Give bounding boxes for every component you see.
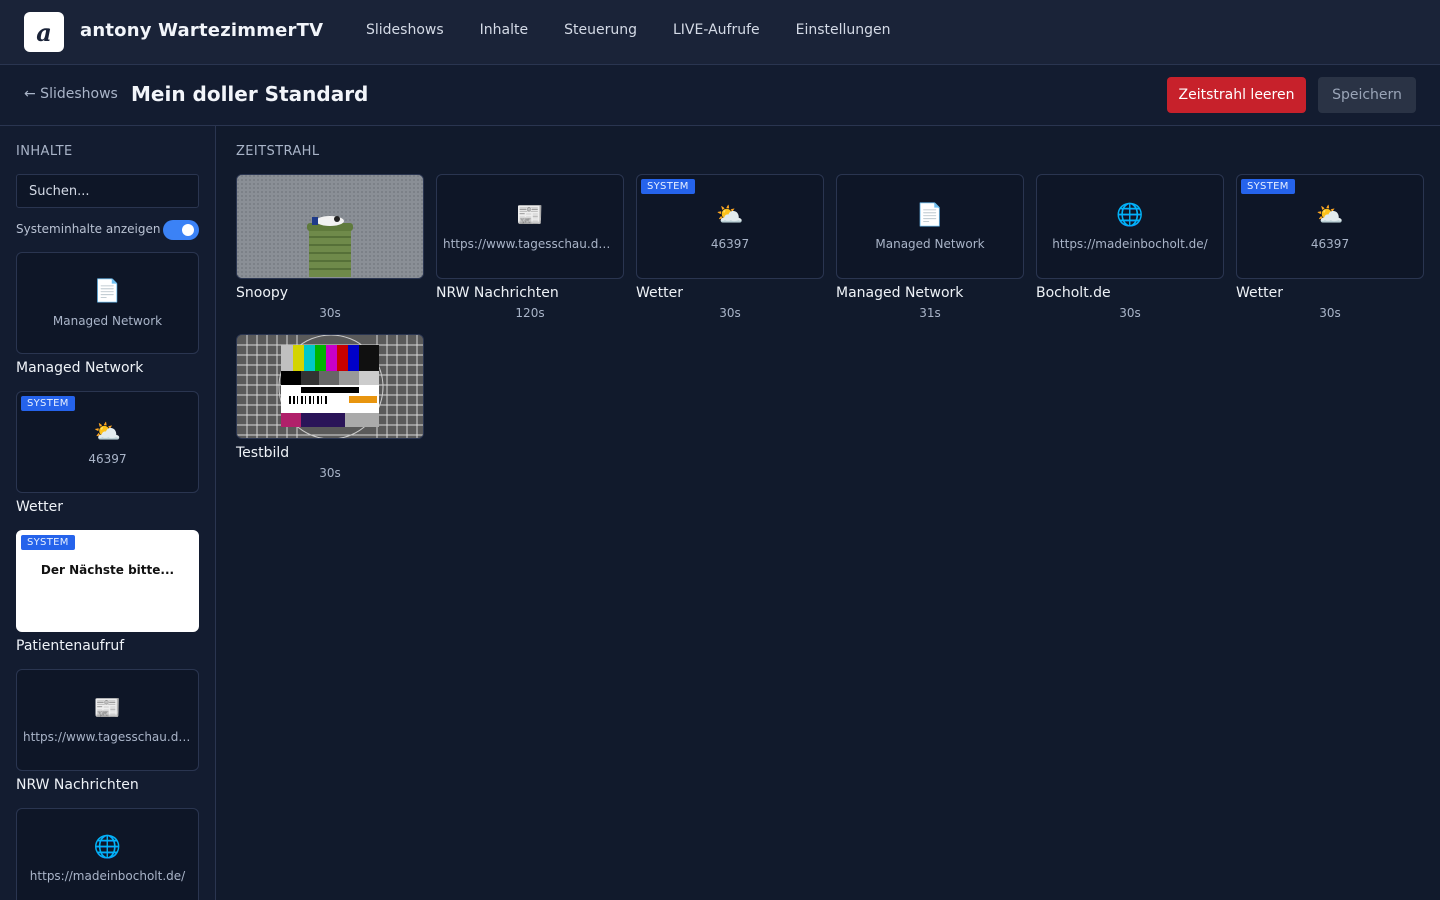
- timeline-item-nrw-nachrichten[interactable]: 📰 https://www.tagesschau.de/...: [436, 174, 624, 279]
- app-title[interactable]: antony WartezimmerTV: [80, 20, 323, 41]
- system-badge: SYSTEM: [21, 535, 75, 550]
- timeline-item-testbild[interactable]: [236, 334, 424, 439]
- timeline-item-title: Testbild: [236, 445, 290, 461]
- newspaper-icon: 📰: [516, 203, 544, 228]
- sidebar-item-nrw-nachrichten[interactable]: 📰 https://www.tagesschau.de...: [16, 669, 199, 771]
- sidebar-item-patientenaufruf[interactable]: SYSTEM Der Nächste bitte...: [16, 530, 199, 632]
- search-input[interactable]: Suchen...: [16, 174, 199, 208]
- save-button[interactable]: Speichern: [1318, 77, 1416, 113]
- timeline-item-bocholt[interactable]: 🌐 https://madeinbocholt.de/: [1036, 174, 1224, 279]
- timeline-item-title: Wetter: [636, 285, 683, 301]
- globe-icon: 🌐: [1116, 203, 1144, 228]
- timeline-item-duration: 30s: [319, 466, 341, 480]
- top-navigation-bar: a antony WartezimmerTV Slideshows Inhalt…: [0, 0, 1440, 65]
- system-content-toggle-label: Systeminhalte anzeigen: [16, 222, 161, 236]
- timeline-item-duration: 120s: [515, 306, 545, 320]
- timeline-item-title: NRW Nachrichten: [436, 285, 559, 301]
- clear-timeline-button[interactable]: Zeitstrahl leeren: [1167, 77, 1306, 113]
- timeline-item-duration: 30s: [1119, 306, 1141, 320]
- content-sidebar: INHALTE Suchen... Systeminhalte anzeigen…: [0, 126, 216, 900]
- system-badge: SYSTEM: [1241, 179, 1295, 194]
- sidebar-heading: INHALTE: [16, 144, 73, 159]
- weather-icon: ⛅: [716, 203, 744, 228]
- sidebar-item-title: Wetter: [16, 499, 63, 515]
- card-subtitle: Der Nächste bitte...: [40, 563, 175, 577]
- system-badge: SYSTEM: [21, 396, 75, 411]
- document-icon: 📄: [916, 203, 944, 228]
- timeline-item-wetter[interactable]: SYSTEM ⛅ 46397: [636, 174, 824, 279]
- snoopy-image: [237, 175, 423, 278]
- document-icon: 📄: [93, 279, 122, 304]
- timeline-item-duration: 30s: [719, 306, 741, 320]
- timeline-item-title: Wetter: [1236, 285, 1283, 301]
- sidebar-item-title: NRW Nachrichten: [16, 777, 139, 793]
- timeline-item-duration: 30s: [1319, 306, 1341, 320]
- timeline-item-wetter-2[interactable]: SYSTEM ⛅ 46397: [1236, 174, 1424, 279]
- testcard-image: [237, 335, 423, 438]
- timeline-area: ZEITSTRAHL Snoopy 30s 📰 https://www.tage…: [217, 126, 1440, 900]
- timeline-item-title: Bocholt.de: [1036, 285, 1111, 301]
- timeline-item-snoopy[interactable]: [236, 174, 424, 279]
- timeline-item-managed-network[interactable]: 📄 Managed Network: [836, 174, 1024, 279]
- editor-header: ← Slideshows Mein doller Standard Zeitst…: [0, 65, 1440, 126]
- weather-icon: ⛅: [93, 420, 122, 445]
- sidebar-item-title: Patientenaufruf: [16, 638, 125, 654]
- timeline-item-title: Managed Network: [836, 285, 964, 301]
- app-logo[interactable]: a: [24, 12, 64, 52]
- timeline-heading: ZEITSTRAHL: [236, 144, 320, 159]
- timeline-item-duration: 30s: [319, 306, 341, 320]
- system-badge: SYSTEM: [641, 179, 695, 194]
- back-to-slideshows-link[interactable]: ← Slideshows: [24, 86, 118, 102]
- nav-steuerung[interactable]: Steuerung: [564, 22, 637, 38]
- page-title: Mein doller Standard: [131, 82, 369, 106]
- sidebar-item-managed-network[interactable]: 📄 Managed Network: [16, 252, 199, 354]
- nav-inhalte[interactable]: Inhalte: [480, 22, 528, 38]
- weather-icon: ⛅: [1316, 203, 1344, 228]
- card-subtitle: https://www.tagesschau.de...: [23, 730, 192, 744]
- card-subtitle: 46397: [1310, 237, 1350, 251]
- nav-einstellungen[interactable]: Einstellungen: [796, 22, 891, 38]
- card-subtitle: https://madeinbocholt.de/: [1052, 237, 1208, 251]
- globe-icon: 🌐: [93, 835, 122, 860]
- timeline-item-title: Snoopy: [236, 285, 289, 301]
- system-content-toggle[interactable]: [163, 220, 199, 240]
- card-subtitle: 46397: [710, 237, 750, 251]
- sidebar-item-wetter[interactable]: SYSTEM ⛅ 46397: [16, 391, 199, 493]
- card-subtitle: 46397: [88, 452, 127, 466]
- card-subtitle: https://madeinbocholt.de/: [29, 869, 186, 883]
- card-subtitle: Managed Network: [52, 314, 163, 328]
- card-subtitle: https://www.tagesschau.de/...: [443, 237, 617, 251]
- card-subtitle: Managed Network: [875, 237, 985, 251]
- nav-live-aufrufe[interactable]: LIVE-Aufrufe: [673, 22, 760, 38]
- timeline-item-duration: 31s: [919, 306, 941, 320]
- newspaper-icon: 📰: [93, 696, 122, 721]
- main-nav: Slideshows Inhalte Steuerung LIVE-Aufruf…: [366, 22, 927, 38]
- sidebar-item-title: Managed Network: [16, 360, 144, 376]
- sidebar-item-bocholt[interactable]: 🌐 https://madeinbocholt.de/: [16, 808, 199, 900]
- nav-slideshows[interactable]: Slideshows: [366, 22, 444, 38]
